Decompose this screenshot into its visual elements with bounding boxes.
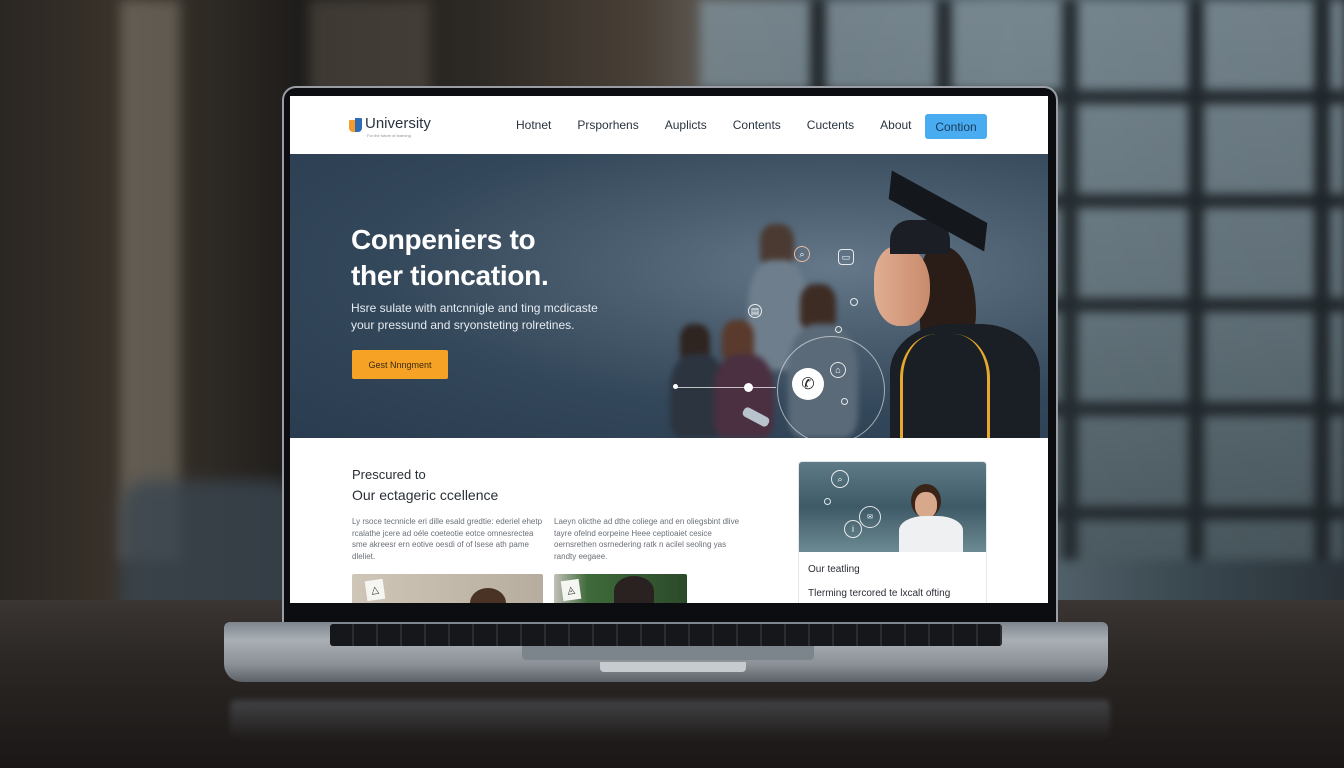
note-card-icon: △ bbox=[364, 578, 386, 602]
small-circle-icon bbox=[824, 498, 831, 505]
connector-dot bbox=[673, 384, 678, 389]
small-circle-icon bbox=[841, 398, 848, 405]
nav-link-hotnet[interactable]: Hotnet bbox=[516, 118, 551, 132]
search-icon: ⌕ bbox=[794, 246, 810, 262]
document-icon: ▤ bbox=[748, 304, 762, 318]
brand-tagline: For the future of learning bbox=[367, 133, 411, 138]
hero-subtitle: Hsre sulate with antcnnigle and ting mcd… bbox=[351, 301, 598, 332]
thumbnail-image[interactable]: △ bbox=[352, 574, 543, 603]
hero-title-line-1: Conpeniers to bbox=[351, 224, 536, 255]
shield-logo-icon bbox=[349, 118, 362, 132]
chat-icon: ▭ bbox=[838, 249, 854, 265]
feature-card[interactable]: ⌕ ✉ i Our teatling Tlerming tercored te … bbox=[798, 461, 987, 603]
building-icon: ⌂ bbox=[830, 362, 846, 378]
trackpad bbox=[522, 646, 814, 660]
brand-logo[interactable]: University For the future of learning bbox=[349, 115, 431, 138]
message-icon: ✉ bbox=[859, 506, 881, 528]
nav-link-contents[interactable]: Contents bbox=[733, 118, 781, 132]
nav-link-about[interactable]: About bbox=[880, 118, 911, 132]
desk-reflection bbox=[230, 700, 1110, 740]
hero-section: ✆ ⌕ ▭ ▤ ⌂ Conpeniers to ther tioncation.… bbox=[290, 154, 1048, 438]
nav-links: Hotnet Prsporhens Auplicts Contents Cuct… bbox=[516, 118, 938, 132]
hero-title-line-2: ther tioncation. bbox=[351, 260, 549, 291]
card-title: Our teatling bbox=[808, 564, 860, 575]
small-circle-icon bbox=[835, 326, 842, 333]
section-paragraph: Laeyn olicthe ad dthe coliege and en oli… bbox=[554, 517, 740, 561]
card-image: ⌕ ✉ i bbox=[799, 462, 986, 552]
background-window-pane bbox=[120, 0, 180, 560]
keyboard bbox=[330, 624, 1002, 646]
background-chair bbox=[120, 480, 300, 620]
nav-link-prsporhens[interactable]: Prsporhens bbox=[577, 118, 638, 132]
small-circle-icon bbox=[850, 298, 858, 306]
graduate-student-image bbox=[860, 170, 1040, 438]
section-title: Our ectageric ccellence bbox=[352, 487, 499, 503]
nav-link-auplicts[interactable]: Auplicts bbox=[665, 118, 707, 132]
get-started-button[interactable]: Gest Nnngment bbox=[352, 350, 448, 379]
brand-name: University bbox=[365, 115, 431, 132]
navbar: University For the future of learning Ho… bbox=[290, 96, 1048, 154]
search-icon: ⌕ bbox=[831, 470, 849, 488]
content-section: Prescured to Our ectageric ccellence Ly … bbox=[290, 438, 1048, 603]
thumbnail-image[interactable]: ◬ bbox=[554, 574, 687, 603]
nav-link-cuctents[interactable]: Cuctents bbox=[807, 118, 854, 132]
section-eyebrow: Prescured to bbox=[352, 467, 426, 482]
laptop-screen: University For the future of learning Ho… bbox=[290, 96, 1048, 603]
connector-dot bbox=[744, 383, 753, 392]
contact-button[interactable]: Contion bbox=[925, 114, 987, 139]
card-text: Tlerming tercored te lxcalt ofting bbox=[808, 588, 951, 599]
info-icon: i bbox=[844, 520, 862, 538]
connector-line bbox=[676, 387, 776, 388]
phone-icon: ✆ bbox=[792, 368, 824, 400]
laptop-lip bbox=[600, 662, 746, 672]
section-paragraph: Ly rsoce tecnnicle eri dille esald gredt… bbox=[352, 517, 543, 561]
hero-title: Conpeniers to ther tioncation. bbox=[351, 222, 549, 294]
note-card-icon: ◬ bbox=[560, 578, 582, 602]
